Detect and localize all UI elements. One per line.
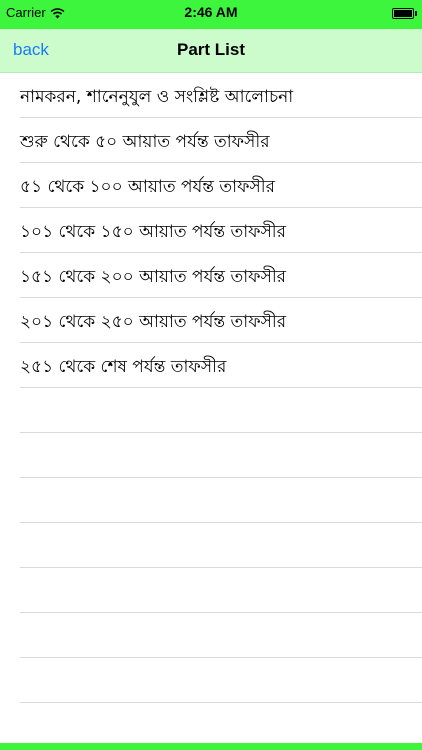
list-item[interactable]: ২০১ থেকে ২৫০ আয়াত পর্যন্ত তাফসীর: [0, 298, 422, 343]
list-item[interactable]: শুরু থেকে ৫০ আয়াত পর্যন্ত তাফসীর: [0, 118, 422, 163]
list-item[interactable]: ২৫১ থেকে শেষ পর্যন্ত তাফসীর: [0, 343, 422, 388]
app-screen: Carrier 2:46 AM back Part List নামকরন, শ…: [0, 0, 422, 750]
list-item[interactable]: ১৫১ থেকে ২০০ আয়াত পর্যন্ত তাফসীর: [0, 253, 422, 298]
page-title: Part List: [176, 40, 246, 59]
empty-row: [0, 478, 422, 523]
list-item-label: ১৫১ থেকে ২০০ আয়াত পর্যন্ত তাফসীর: [20, 267, 287, 287]
empty-row: [0, 568, 422, 613]
list-item-label: ১০১ থেকে ১৫০ আয়াত পর্যন্ত তাফসীর: [20, 222, 287, 242]
list-item-label: শুরু থেকে ৫০ আয়াত পর্যন্ত তাফসীর: [20, 132, 270, 152]
part-list: নামকরন, শানেনুযুল ও সংশ্লিষ্ট আলোচনা শুর…: [0, 73, 422, 748]
list-item[interactable]: ১০১ থেকে ১৫০ আয়াত পর্যন্ত তাফসীর: [0, 208, 422, 253]
battery-level: [394, 10, 412, 17]
empty-row: [0, 433, 422, 478]
list-item-label: ২০১ থেকে ২৫০ আয়াত পর্যন্ত তাফসীর: [20, 312, 287, 332]
list-item-label: ৫১ থেকে ১০০ আয়াত পর্যন্ত তাফসীর: [20, 177, 275, 197]
navigation-bar: back Part List: [0, 29, 422, 73]
list-item[interactable]: ৫১ থেকে ১০০ আয়াত পর্যন্ত তাফসীর: [0, 163, 422, 208]
bottom-bar: [0, 743, 422, 750]
list-item[interactable]: নামকরন, শানেনুযুল ও সংশ্লিষ্ট আলোচনা: [0, 73, 422, 118]
empty-row: [0, 658, 422, 703]
status-time: 2:46 AM: [184, 4, 238, 20]
empty-row: [0, 388, 422, 433]
status-bar: Carrier 2:46 AM: [0, 0, 422, 29]
battery-tip: [415, 11, 417, 16]
empty-row: [0, 613, 422, 658]
list-item-label: নামকরন, শানেনুযুল ও সংশ্লিষ্ট আলোচনা: [20, 87, 294, 107]
battery-icon: [392, 8, 417, 19]
empty-row: [0, 703, 422, 748]
empty-row: [0, 523, 422, 568]
list-item-label: ২৫১ থেকে শেষ পর্যন্ত তাফসীর: [20, 357, 227, 377]
